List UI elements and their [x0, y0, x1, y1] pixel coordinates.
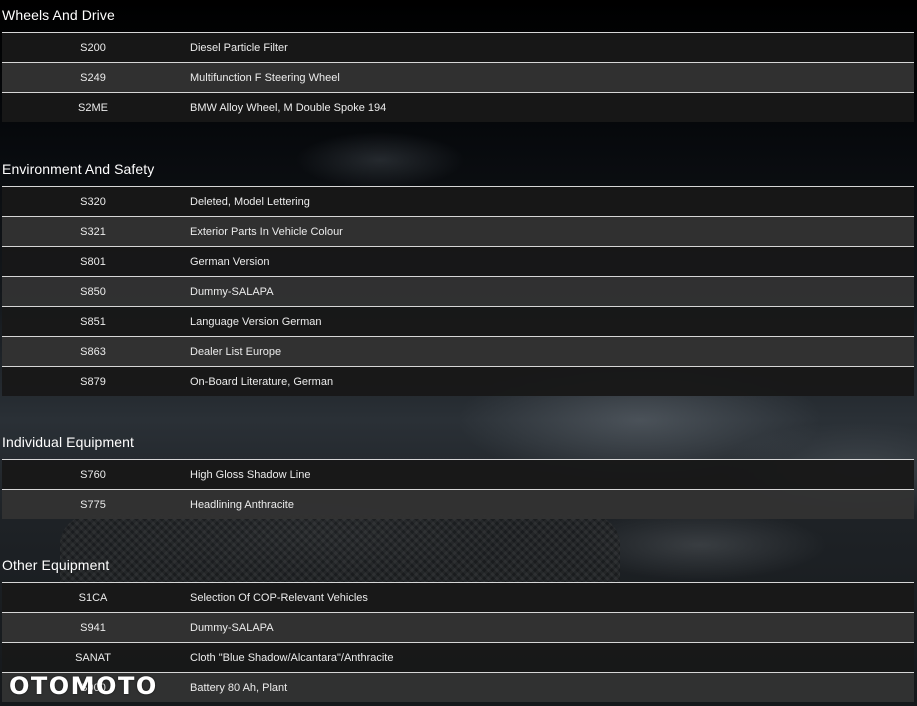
option-description: On-Board Literature, German	[190, 375, 334, 388]
option-code: S801	[80, 255, 106, 268]
option-code: S2ME	[78, 101, 108, 114]
equipment-row: S879 On-Board Literature, German	[2, 366, 914, 396]
section-environment-and-safety: Environment And Safety S320 Deleted, Mod…	[0, 154, 915, 396]
equipment-row: S321 Exterior Parts In Vehicle Colour	[2, 216, 914, 246]
option-description: Multifunction F Steering Wheel	[190, 71, 340, 84]
option-code: S941	[80, 621, 106, 634]
equipment-row: S760 High Gloss Shadow Line	[2, 459, 914, 489]
option-code: S863	[80, 345, 106, 358]
section-wheels-and-drive: Wheels And Drive S200 Diesel Particle Fi…	[0, 0, 915, 122]
section-title: Environment And Safety	[2, 161, 155, 177]
option-description: Diesel Particle Filter	[190, 41, 288, 54]
option-description: Dummy-SALAPA	[190, 285, 274, 298]
otomoto-watermark-logo: OTOMOTO	[9, 672, 158, 700]
equipment-row: S249 Multifunction F Steering Wheel	[2, 62, 914, 92]
option-description: Deleted, Model Lettering	[190, 195, 310, 208]
option-description: Dummy-SALAPA	[190, 621, 274, 634]
option-description: BMW Alloy Wheel, M Double Spoke 194	[190, 101, 387, 114]
option-code: SANAT	[75, 651, 111, 664]
option-description: Headlining Anthracite	[190, 498, 294, 511]
option-code: S760	[80, 468, 106, 481]
equipment-row: S941 Dummy-SALAPA	[2, 612, 914, 642]
option-code: S1CA	[78, 591, 108, 604]
equipment-row: S2ME BMW Alloy Wheel, M Double Spoke 194	[2, 92, 914, 122]
equipment-row: S1CA Selection Of COP-Relevant Vehicles	[2, 582, 914, 612]
option-code: S320	[80, 195, 106, 208]
option-description: German Version	[190, 255, 270, 268]
equipment-row: S850 Dummy-SALAPA	[2, 276, 914, 306]
equipment-row: SANAT Cloth "Blue Shadow/Alcantara"/Anth…	[2, 642, 914, 672]
equipment-row: S320 Deleted, Model Lettering	[2, 186, 914, 216]
option-description: Cloth "Blue Shadow/Alcantara"/Anthracite	[190, 651, 394, 664]
equipment-row: S863 Dealer List Europe	[2, 336, 914, 366]
option-description: Dealer List Europe	[190, 345, 282, 358]
option-code: S850	[80, 285, 106, 298]
option-description: Battery 80 Ah, Plant	[190, 681, 288, 694]
option-code: S200	[80, 41, 106, 54]
option-code: S249	[80, 71, 106, 84]
option-code: S851	[80, 315, 106, 328]
section-title: Wheels And Drive	[2, 7, 115, 23]
equipment-row: S775 Headlining Anthracite	[2, 489, 914, 519]
equipment-row: S851 Language Version German	[2, 306, 914, 336]
option-code: S775	[80, 498, 106, 511]
equipment-row: S801 German Version	[2, 246, 914, 276]
option-description: Language Version German	[190, 315, 322, 328]
option-description: Selection Of COP-Relevant Vehicles	[190, 591, 368, 604]
section-individual-equipment: Individual Equipment S760 High Gloss Sha…	[0, 427, 915, 519]
equipment-row: S200 Diesel Particle Filter	[2, 32, 914, 62]
option-description: High Gloss Shadow Line	[190, 468, 311, 481]
option-code: S879	[80, 375, 106, 388]
section-title: Other Equipment	[2, 557, 110, 573]
option-code: S321	[80, 225, 106, 238]
section-title: Individual Equipment	[2, 434, 134, 450]
option-description: Exterior Parts In Vehicle Colour	[190, 225, 343, 238]
